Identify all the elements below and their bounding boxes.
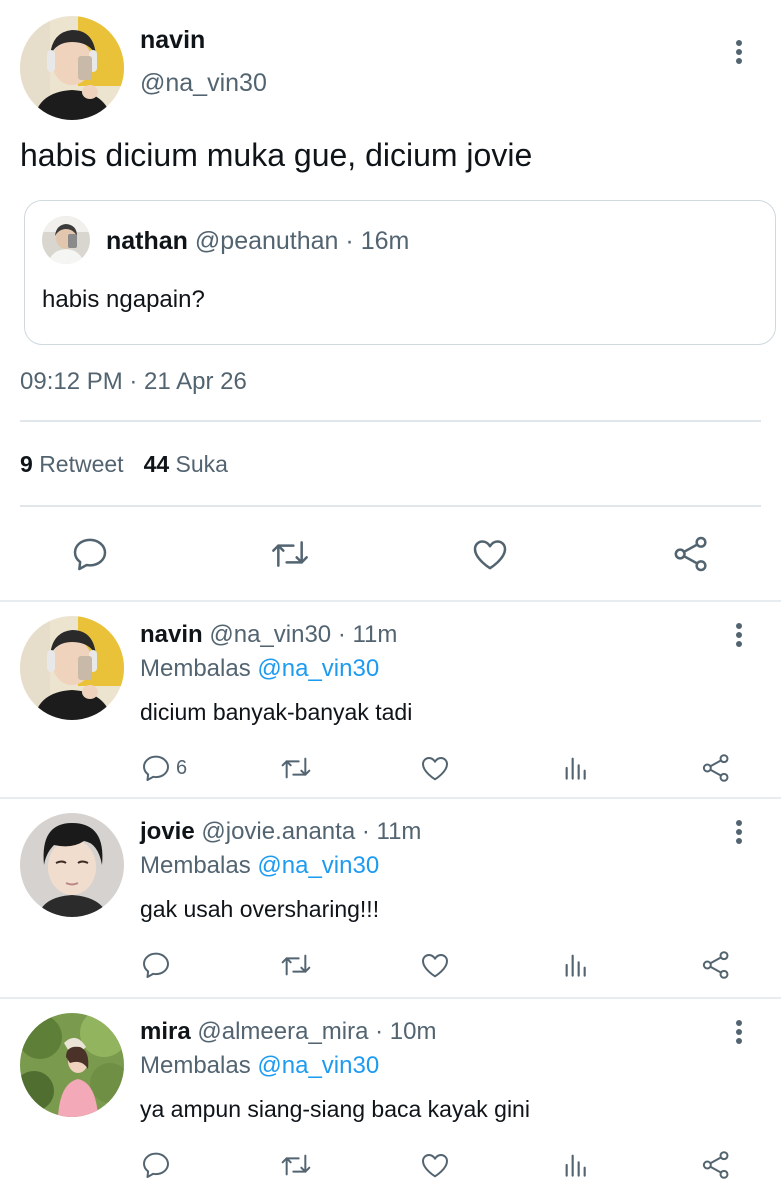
like-label: Suka <box>175 451 228 477</box>
reply-icon[interactable] <box>70 534 110 574</box>
reply-time: · 11m <box>337 621 398 648</box>
reply-icon <box>143 952 169 978</box>
like-stat[interactable]: 44 Suka <box>144 451 228 477</box>
reply-text: ya ampun siang-siang baca kayak gini <box>140 1096 530 1122</box>
replying-to-handle[interactable]: @na_vin30 <box>257 655 379 682</box>
reply-header: mira @almeera_mira · 10m <box>140 1018 437 1046</box>
avatar[interactable] <box>20 1013 124 1117</box>
avatar[interactable] <box>42 216 90 264</box>
replying-label: Membalas <box>140 852 251 879</box>
reply-button[interactable]: 6 <box>140 751 187 785</box>
retweet-icon[interactable] <box>280 1148 312 1182</box>
reply-count: 6 <box>176 756 188 779</box>
author-name[interactable]: navin <box>140 26 205 55</box>
reply-author-name[interactable]: navin <box>140 621 203 648</box>
divider <box>20 420 761 422</box>
replying-to: Membalas @na_vin30 <box>140 655 379 683</box>
retweet-icon[interactable] <box>270 534 310 574</box>
reply-author-name[interactable]: mira <box>140 1018 191 1045</box>
share-icon[interactable] <box>700 948 732 982</box>
replying-to: Membalas @na_vin30 <box>140 1052 379 1080</box>
tweet-stats: 9 Retweet 44 Suka <box>20 451 228 478</box>
author-handle[interactable]: @na_vin30 <box>140 69 267 98</box>
divider <box>20 505 761 507</box>
avatar[interactable] <box>20 16 124 120</box>
retweet-count: 9 <box>20 451 33 477</box>
more-icon[interactable] <box>727 620 751 650</box>
more-icon[interactable] <box>727 817 751 847</box>
reply-author-handle[interactable]: @jovie.ananta <box>201 818 355 845</box>
share-icon[interactable] <box>700 1148 732 1182</box>
reply-tweet[interactable]: jovie @jovie.ananta · 11m Membalas @na_v… <box>0 799 781 999</box>
quoted-author-handle[interactable]: @peanuthan <box>195 227 339 255</box>
reply-time: · 10m <box>375 1018 437 1045</box>
reply-header: jovie @jovie.ananta · 11m <box>140 818 421 846</box>
reply-author-handle[interactable]: @na_vin30 <box>209 621 331 648</box>
reply-tweet[interactable]: mira @almeera_mira · 10m Membalas @na_vi… <box>0 999 781 1199</box>
tweet-timestamp[interactable]: 09:12 PM · 21 Apr 26 <box>20 368 247 396</box>
replying-label: Membalas <box>140 1052 251 1079</box>
quoted-time: · 16m <box>345 227 410 255</box>
reply-time: · 11m <box>361 818 422 845</box>
like-icon[interactable] <box>419 751 451 785</box>
like-count: 44 <box>143 451 170 477</box>
retweet-stat[interactable]: 9 Retweet <box>20 451 124 477</box>
reply-icon <box>143 755 169 781</box>
more-icon[interactable] <box>727 37 751 67</box>
reply-author-handle[interactable]: @almeera_mira <box>197 1018 368 1045</box>
more-icon[interactable] <box>727 1017 751 1047</box>
quoted-header: nathan @peanuthan · 16m <box>106 227 409 256</box>
retweet-label: Retweet <box>39 451 124 477</box>
like-icon[interactable] <box>419 948 451 982</box>
share-icon[interactable] <box>671 534 711 574</box>
analytics-icon[interactable] <box>560 1148 592 1182</box>
main-tweet: navin @na_vin30 habis dicium muka gue, d… <box>0 0 781 600</box>
retweet-icon[interactable] <box>280 751 312 785</box>
reply-button[interactable] <box>140 948 176 982</box>
reply-tweet[interactable]: navin @na_vin30 · 11m Membalas @na_vin30… <box>0 602 781 802</box>
quoted-author-name[interactable]: nathan <box>106 227 188 255</box>
reply-author-name[interactable]: jovie <box>140 818 195 845</box>
avatar[interactable] <box>20 813 124 917</box>
reply-icon <box>143 1152 169 1178</box>
analytics-icon[interactable] <box>560 948 592 982</box>
replying-to-handle[interactable]: @na_vin30 <box>257 1052 379 1079</box>
retweet-icon[interactable] <box>280 948 312 982</box>
replying-label: Membalas <box>140 655 251 682</box>
like-icon[interactable] <box>470 534 510 574</box>
replying-to-handle[interactable]: @na_vin30 <box>257 852 379 879</box>
avatar[interactable] <box>20 616 124 720</box>
replying-to: Membalas @na_vin30 <box>140 852 379 880</box>
reply-header: navin @na_vin30 · 11m <box>140 621 397 649</box>
like-icon[interactable] <box>419 1148 451 1182</box>
reply-button[interactable] <box>140 1148 176 1182</box>
reply-text: dicium banyak-banyak tadi <box>140 699 413 725</box>
share-icon[interactable] <box>700 751 732 785</box>
tweet-text: habis dicium muka gue, dicium jovie <box>20 137 533 173</box>
quoted-text: habis ngapain? <box>42 286 205 313</box>
reply-text: gak usah oversharing!!! <box>140 896 380 922</box>
analytics-icon[interactable] <box>560 751 592 785</box>
quoted-tweet[interactable]: nathan @peanuthan · 16m habis ngapain? <box>24 200 776 345</box>
